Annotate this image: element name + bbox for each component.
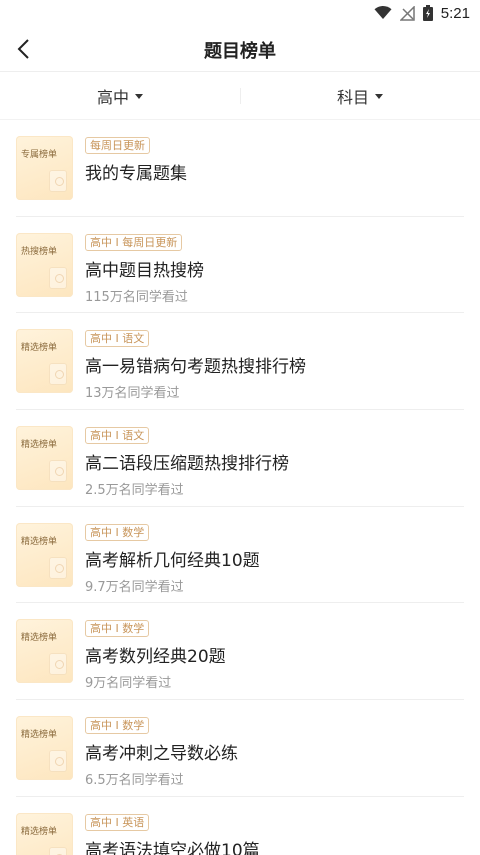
caret-down-icon bbox=[135, 93, 143, 99]
grade-filter-label: 高中 bbox=[96, 87, 129, 107]
view-count: 9万名同学看过 bbox=[85, 676, 172, 692]
list-title: 我的专属题集 bbox=[85, 164, 187, 184]
thumbnail-label: 精选榜单 bbox=[21, 633, 58, 644]
list-item[interactable]: 精选榜单 高中 I 数学 高考冲刺之导数必练 6.5万名同学看过 bbox=[16, 700, 464, 797]
list-title: 高考解析几何经典10题 bbox=[85, 550, 260, 571]
list-item[interactable]: 精选榜单 高中 I 语文 高二语段压缩题热搜排行榜 2.5万名同学看过 bbox=[16, 410, 464, 507]
wifi-icon bbox=[374, 6, 392, 20]
thumbnail-label: 精选榜单 bbox=[21, 343, 58, 354]
view-count: 115万名同学看过 bbox=[85, 289, 188, 305]
list-thumbnail: 精选榜单 bbox=[16, 426, 73, 491]
view-count: 13万名同学看过 bbox=[85, 386, 180, 402]
thumbnail-decoration bbox=[49, 170, 67, 192]
list-title: 高考数列经典20题 bbox=[85, 647, 226, 668]
thumbnail-decoration bbox=[49, 556, 67, 579]
list-item[interactable]: 精选榜单 高中 I 英语 高考语法填空必做10篇 bbox=[16, 797, 464, 855]
list-thumbnail: 精选榜单 bbox=[16, 619, 73, 684]
list-thumbnail: 专属榜单 bbox=[16, 136, 73, 200]
view-count: 9.7万名同学看过 bbox=[85, 579, 184, 595]
battery-charging-icon bbox=[422, 5, 433, 21]
list-item[interactable]: 热搜榜单 高中 I 每周日更新 高中题目热搜榜 115万名同学看过 bbox=[16, 217, 464, 314]
list-tag: 每周日更新 bbox=[85, 137, 150, 154]
subject-filter-dropdown[interactable]: 科目 bbox=[240, 72, 480, 119]
list-tag: 高中 I 语文 bbox=[85, 427, 150, 445]
list-item[interactable]: 专属榜单 每周日更新 我的专属题集 bbox=[16, 120, 464, 217]
list-item[interactable]: 精选榜单 高中 I 语文 高一易错病句考题热搜排行榜 13万名同学看过 bbox=[16, 313, 464, 411]
list-tag: 高中 I 每周日更新 bbox=[85, 233, 183, 251]
list-title: 高二语段压缩题热搜排行榜 bbox=[85, 454, 289, 475]
list-tag: 高中 I 英语 bbox=[85, 813, 150, 831]
thumbnail-label: 专属榜单 bbox=[21, 150, 58, 160]
caret-down-icon bbox=[375, 93, 383, 99]
status-bar: 5:21 bbox=[0, 0, 480, 26]
thumbnail-label: 精选榜单 bbox=[21, 536, 58, 547]
list-item[interactable]: 精选榜单 高中 I 数学 高考解析几何经典10题 9.7万名同学看过 bbox=[16, 507, 464, 604]
list-thumbnail: 热搜榜单 bbox=[16, 232, 73, 297]
list-thumbnail: 精选榜单 bbox=[16, 716, 73, 781]
thumbnail-label: 精选榜单 bbox=[21, 826, 58, 837]
thumbnail-decoration bbox=[49, 846, 67, 855]
ranking-list: 专属榜单 每周日更新 我的专属题集 热搜榜单 高中 I 每周日更新 高中题目热搜… bbox=[0, 120, 480, 855]
list-tag: 高中 I 数学 bbox=[85, 620, 150, 638]
list-tag: 高中 I 语文 bbox=[85, 330, 150, 348]
list-title: 高中题目热搜榜 bbox=[85, 260, 204, 281]
list-item[interactable]: 精选榜单 高中 I 数学 高考数列经典20题 9万名同学看过 bbox=[16, 603, 464, 701]
thumbnail-label: 热搜榜单 bbox=[21, 246, 58, 257]
list-thumbnail: 精选榜单 bbox=[16, 329, 73, 394]
subject-filter-label: 科目 bbox=[336, 87, 369, 107]
thumbnail-decoration bbox=[49, 460, 67, 483]
list-tag: 高中 I 数学 bbox=[85, 523, 150, 541]
list-thumbnail: 精选榜单 bbox=[16, 812, 73, 855]
list-title: 高考语法填空必做10篇 bbox=[85, 840, 260, 855]
thumbnail-decoration bbox=[49, 653, 67, 676]
list-title: 高考冲刺之导数必练 bbox=[85, 744, 238, 765]
app-header: 题目榜单 bbox=[0, 26, 480, 72]
view-count: 2.5万名同学看过 bbox=[85, 483, 184, 499]
page-title: 题目榜单 bbox=[204, 41, 276, 62]
clock: 5:21 bbox=[440, 4, 470, 22]
thumbnail-decoration bbox=[49, 363, 67, 386]
list-thumbnail: 精选榜单 bbox=[16, 522, 73, 587]
view-count: 6.5万名同学看过 bbox=[85, 773, 184, 789]
list-tag: 高中 I 数学 bbox=[85, 717, 150, 735]
thumbnail-label: 精选榜单 bbox=[21, 730, 58, 741]
list-title: 高一易错病句考题热搜排行榜 bbox=[85, 357, 306, 378]
grade-filter-dropdown[interactable]: 高中 bbox=[0, 72, 240, 119]
thumbnail-decoration bbox=[49, 266, 67, 289]
filter-bar: 高中 科目 bbox=[0, 72, 480, 120]
thumbnail-decoration bbox=[49, 750, 67, 773]
signal-off-icon bbox=[399, 5, 415, 21]
thumbnail-label: 精选榜单 bbox=[21, 440, 58, 451]
